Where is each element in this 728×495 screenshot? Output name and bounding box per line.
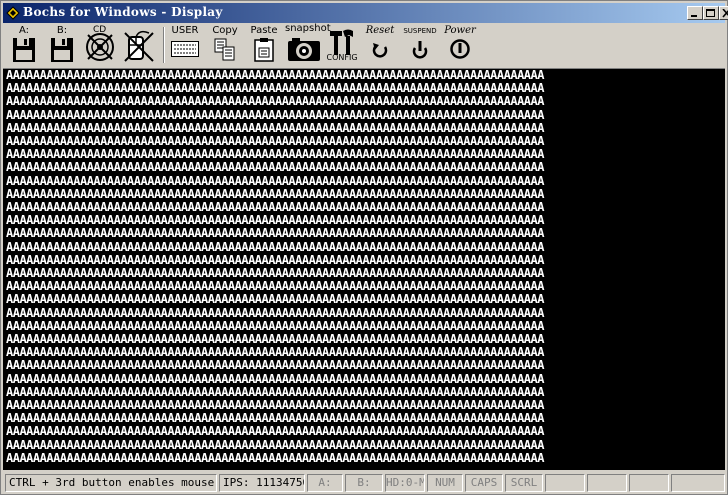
window-title: Bochs for Windows - Display bbox=[23, 5, 223, 19]
power-icon bbox=[450, 39, 470, 59]
paste-label: Paste bbox=[250, 25, 278, 36]
cdrom-label: CD bbox=[93, 25, 107, 35]
camera-icon bbox=[288, 38, 320, 61]
status-hd: HD:0-M bbox=[385, 474, 425, 492]
mouse-toggle-button[interactable] bbox=[121, 25, 157, 65]
close-icon bbox=[722, 9, 728, 18]
floppy-disk-icon bbox=[13, 38, 35, 62]
status-bar: CTRL + 3rd button enables mouse IPS: 111… bbox=[3, 472, 725, 494]
bochs-window: Bochs for Windows - Display A: B: CD USE… bbox=[0, 0, 728, 495]
status-floppy-b: B: bbox=[345, 474, 383, 492]
power-button[interactable]: Power bbox=[441, 25, 479, 65]
maximize-button[interactable] bbox=[703, 6, 719, 20]
floppy-b-button[interactable]: B: bbox=[46, 25, 78, 65]
snapshot-button[interactable]: snapshot bbox=[285, 23, 331, 65]
floppy-a-button[interactable]: A: bbox=[8, 25, 40, 65]
floppy-a-label: A: bbox=[18, 25, 30, 36]
floppy-disk-icon bbox=[51, 38, 73, 62]
status-pane-empty bbox=[629, 474, 669, 492]
copy-icon bbox=[214, 38, 235, 61]
snapshot-label: snapshot bbox=[285, 23, 331, 34]
suspend-label: SUSPEND bbox=[403, 27, 437, 35]
cdrom-button[interactable]: CD bbox=[83, 25, 117, 65]
toolbar-separator bbox=[163, 27, 165, 63]
close-button[interactable] bbox=[719, 6, 728, 20]
copy-button[interactable]: Copy bbox=[209, 25, 241, 65]
status-num-lock: NUM bbox=[427, 474, 463, 492]
config-button[interactable]: CONFIG bbox=[325, 25, 359, 65]
suspend-icon bbox=[412, 41, 428, 59]
paste-icon bbox=[254, 38, 274, 62]
suspend-button[interactable]: SUSPEND bbox=[401, 25, 439, 65]
bochs-app-icon bbox=[6, 6, 20, 20]
status-scroll-lock: SCRL bbox=[505, 474, 543, 492]
reset-icon bbox=[372, 43, 388, 58]
status-caps-lock: CAPS bbox=[465, 474, 503, 492]
title-bar[interactable]: Bochs for Windows - Display bbox=[3, 3, 728, 23]
paste-button[interactable]: Paste bbox=[249, 25, 279, 65]
mouse-disabled-icon bbox=[124, 30, 154, 62]
emulator-display[interactable]: AAAAAAAAAAAAAAAAAAAAAAAAAAAAAAAAAAAAAAAA… bbox=[3, 69, 725, 470]
status-pane-empty bbox=[587, 474, 627, 492]
status-hint: CTRL + 3rd button enables mouse bbox=[5, 474, 217, 492]
reset-label: Reset bbox=[365, 25, 395, 36]
display-text: AAAAAAAAAAAAAAAAAAAAAAAAAAAAAAAAAAAAAAAA… bbox=[6, 69, 544, 465]
status-ips: IPS: 11134750 bbox=[219, 474, 305, 492]
maximize-icon bbox=[706, 9, 715, 17]
minimize-icon bbox=[691, 15, 697, 17]
config-label: CONFIG bbox=[326, 53, 358, 62]
toolbar: A: B: CD USER Copy Paste snapshot CONFIG… bbox=[3, 23, 725, 69]
status-floppy-a: A: bbox=[307, 474, 343, 492]
reset-button[interactable]: Reset bbox=[363, 25, 397, 65]
user-button[interactable]: USER bbox=[168, 25, 202, 65]
floppy-b-label: B: bbox=[56, 25, 68, 36]
keyboard-icon bbox=[171, 41, 199, 57]
copy-label: Copy bbox=[212, 25, 238, 36]
minimize-button[interactable] bbox=[687, 6, 703, 20]
status-pane-empty bbox=[545, 474, 585, 492]
status-pane-empty bbox=[671, 474, 725, 492]
power-label: Power bbox=[444, 25, 476, 36]
user-label: USER bbox=[171, 25, 199, 36]
